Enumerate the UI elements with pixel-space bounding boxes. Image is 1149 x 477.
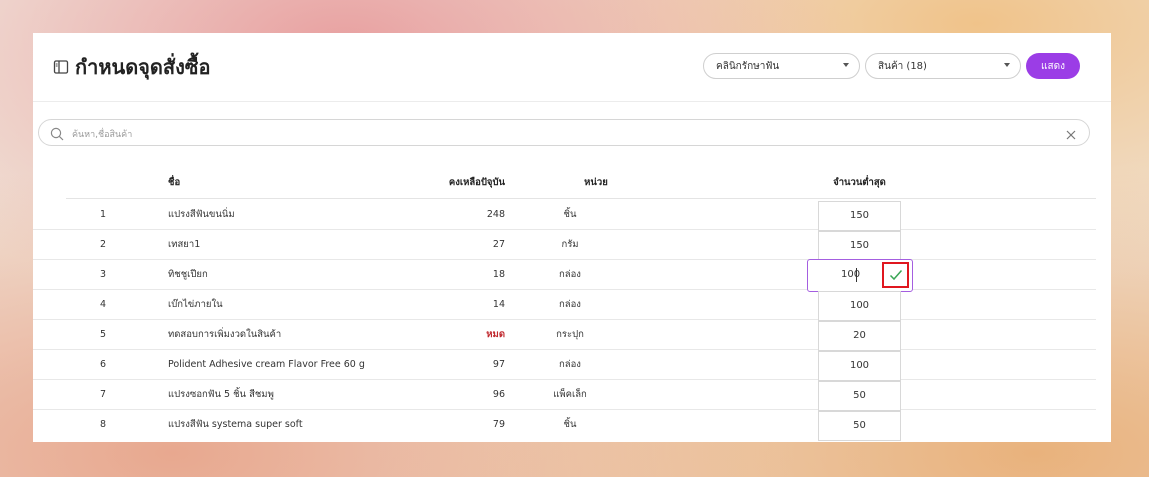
min-qty-input-editing[interactable]: 100 bbox=[807, 259, 913, 292]
product-name: เบ๊กไข่ภายใน bbox=[168, 299, 223, 310]
table-row: 8 แปรงสีฟัน systema super soft 79 ชิ้น 5… bbox=[33, 410, 1096, 441]
text-cursor bbox=[856, 268, 857, 282]
min-qty-edit-value: 100 bbox=[841, 269, 861, 280]
column-header-min-qty: จำนวนต่ำสุด bbox=[833, 177, 886, 188]
row-number: 3 bbox=[99, 269, 107, 280]
row-number: 6 bbox=[99, 359, 107, 370]
title-area: กำหนดจุดสั่งซื้อ bbox=[53, 51, 210, 83]
stock-value: 14 bbox=[492, 299, 505, 310]
row-number: 1 bbox=[99, 209, 107, 220]
column-header-name: ชื่อ bbox=[168, 177, 181, 188]
product-name: ทดสอบการเพิ่มงวดในสินค้า bbox=[168, 329, 282, 340]
table-row: 4 เบ๊กไข่ภายใน 14 กล่อง 100 bbox=[33, 290, 1096, 321]
main-card: กำหนดจุดสั่งซื้อ คลินิกรักษาฟัน สินค้า (… bbox=[33, 33, 1111, 442]
unit-value: แพ็คเล็ก bbox=[553, 389, 587, 400]
product-name: เทสยา1 bbox=[168, 239, 201, 250]
page-header: กำหนดจุดสั่งซื้อ คลินิกรักษาฟัน สินค้า (… bbox=[33, 33, 1111, 102]
product-name: แปรงสีฟันขนนิ่ม bbox=[168, 209, 235, 220]
clinic-select-value: คลินิกรักษาฟัน bbox=[716, 60, 780, 72]
product-name: Polident Adhesive cream Flavor Free 60 g bbox=[168, 359, 365, 370]
unit-value: กล่อง bbox=[559, 269, 581, 280]
sidebar-toggle-icon[interactable] bbox=[53, 59, 69, 75]
unit-value: ชิ้น bbox=[563, 419, 577, 430]
table-row: 6 Polident Adhesive cream Flavor Free 60… bbox=[33, 350, 1096, 381]
row-number: 2 bbox=[99, 239, 107, 250]
table-row: 1 แปรงสีฟันขนนิ่ม 248 ชิ้น 150 bbox=[33, 200, 1096, 231]
table-row: 3 ทิชชูเปียก 18 กล่อง 100 bbox=[33, 259, 1096, 292]
close-icon[interactable] bbox=[1065, 126, 1077, 145]
product-name: แปรงสีฟัน systema super soft bbox=[168, 419, 303, 430]
stock-value: 97 bbox=[492, 359, 505, 370]
table-row: 7 แปรงซอกฟัน 5 ชิ้น สีชมพู 96 แพ็คเล็ก 5… bbox=[33, 380, 1096, 411]
product-name: แปรงซอกฟัน 5 ชิ้น สีชมพู bbox=[168, 389, 274, 400]
search-placeholder: ค้นหา,ชื่อสินค้า bbox=[72, 130, 133, 140]
stock-value: 248 bbox=[486, 209, 505, 220]
search-icon bbox=[50, 126, 64, 145]
stock-value: 18 bbox=[492, 269, 505, 280]
column-header-stock: คงเหลือปัจุบัน bbox=[448, 177, 505, 188]
page-title: กำหนดจุดสั่งซื้อ bbox=[75, 55, 211, 79]
row-number: 4 bbox=[99, 299, 107, 310]
unit-value: ชิ้น bbox=[563, 209, 577, 220]
unit-value: กระปุก bbox=[556, 329, 584, 340]
min-qty-input[interactable]: 20 bbox=[818, 321, 901, 351]
chevron-down-icon bbox=[1004, 63, 1010, 67]
chevron-down-icon bbox=[843, 63, 849, 67]
min-qty-input[interactable]: 150 bbox=[818, 231, 901, 261]
out-of-stock-label: หมด bbox=[486, 329, 505, 340]
row-number: 8 bbox=[99, 419, 107, 430]
row-number: 5 bbox=[99, 329, 107, 340]
unit-value: กรัม bbox=[561, 239, 579, 250]
clinic-select[interactable]: คลินิกรักษาฟัน bbox=[703, 53, 860, 79]
table-row: 5 ทดสอบการเพิ่มงวดในสินค้า หมด กระปุก 20 bbox=[33, 320, 1096, 351]
column-header-unit: หน่วย bbox=[584, 177, 608, 188]
unit-value: กล่อง bbox=[559, 359, 581, 370]
stock-value: 27 bbox=[492, 239, 505, 250]
row-number: 7 bbox=[99, 389, 107, 400]
product-name: ทิชชูเปียก bbox=[168, 269, 208, 280]
min-qty-input[interactable]: 100 bbox=[818, 291, 901, 321]
check-icon bbox=[889, 266, 903, 285]
search-input[interactable]: ค้นหา,ชื่อสินค้า bbox=[38, 119, 1090, 146]
confirm-button[interactable] bbox=[882, 262, 909, 288]
table-row: 2 เทสยา1 27 กรัม 150 bbox=[33, 230, 1096, 261]
product-select[interactable]: สินค้า (18) bbox=[865, 53, 1021, 79]
unit-value: กล่อง bbox=[559, 299, 581, 310]
table-header-divider bbox=[66, 198, 1096, 199]
min-qty-input[interactable]: 150 bbox=[818, 201, 901, 231]
min-qty-input[interactable]: 50 bbox=[818, 411, 901, 441]
stock-value: 79 bbox=[492, 419, 505, 430]
min-qty-input[interactable]: 50 bbox=[818, 381, 901, 411]
min-qty-input[interactable]: 100 bbox=[818, 351, 901, 381]
product-select-value: สินค้า (18) bbox=[878, 60, 927, 72]
show-button[interactable]: แสดง bbox=[1026, 53, 1080, 79]
stock-value: 96 bbox=[492, 389, 505, 400]
